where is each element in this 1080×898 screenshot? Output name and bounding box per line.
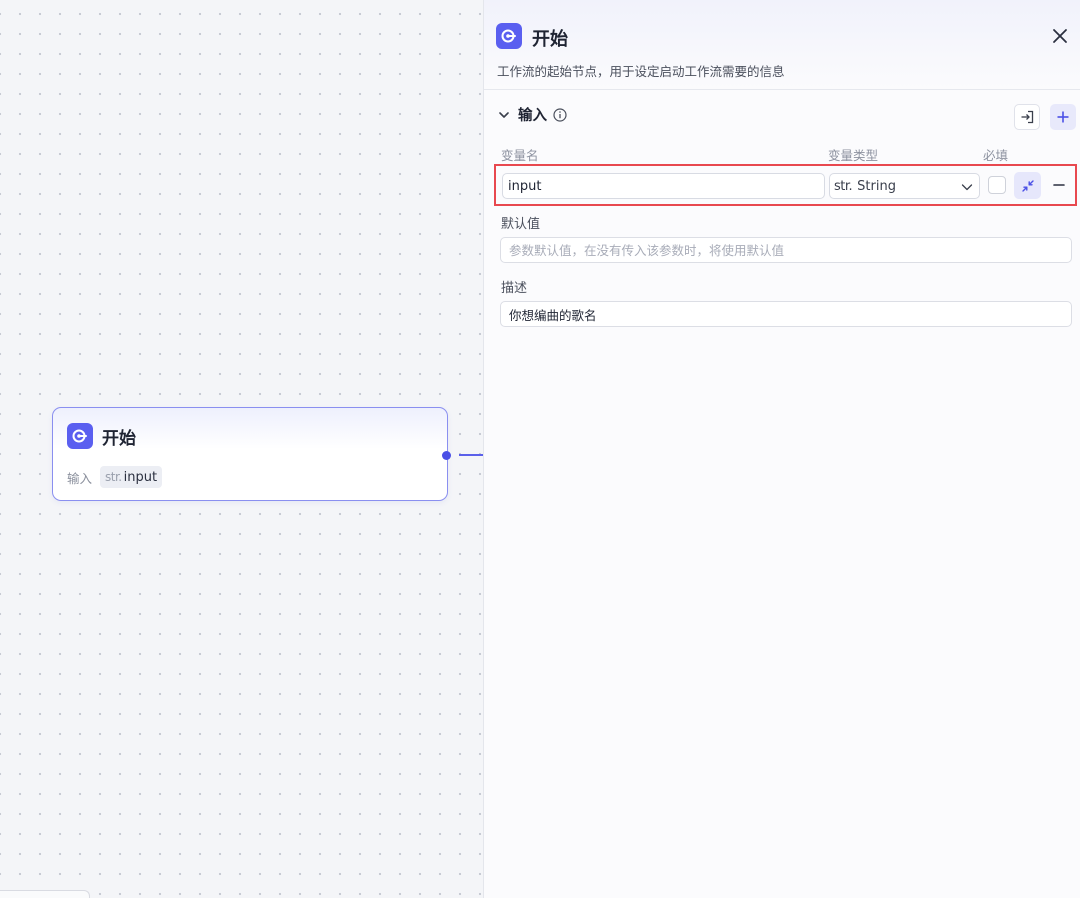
close-button[interactable] bbox=[1048, 24, 1072, 48]
start-logo-icon bbox=[496, 23, 522, 49]
required-checkbox[interactable] bbox=[988, 176, 1006, 194]
add-variable-button[interactable] bbox=[1050, 104, 1076, 130]
input-section-toggle[interactable]: 输入 bbox=[498, 104, 567, 125]
variable-type-select[interactable]: str. String bbox=[829, 173, 980, 199]
start-node[interactable]: 开始 输入 str. input bbox=[52, 407, 448, 501]
start-node-inputs: 输入 str. input bbox=[67, 466, 163, 488]
start-node-title: 开始 bbox=[102, 428, 136, 449]
description-input[interactable] bbox=[500, 301, 1072, 327]
default-value-label: 默认值 bbox=[501, 217, 541, 232]
column-header-type: 变量类型 bbox=[828, 148, 879, 163]
info-icon[interactable] bbox=[553, 107, 567, 122]
input-section-title: 输入 bbox=[518, 108, 547, 124]
description-label: 描述 bbox=[501, 281, 528, 296]
start-node-variable-chip: str. input bbox=[100, 466, 163, 488]
workflow-canvas[interactable]: 开始 输入 str. input bbox=[0, 0, 484, 898]
panel-title: 开始 bbox=[532, 29, 568, 50]
canvas-control-strip bbox=[0, 890, 90, 898]
minus-icon bbox=[1053, 184, 1065, 186]
connection-edge bbox=[459, 454, 483, 456]
collapse-icon bbox=[1021, 179, 1034, 192]
variable-name-input[interactable] bbox=[502, 173, 825, 199]
type-prefix: str. bbox=[834, 178, 853, 194]
start-node-output-port[interactable] bbox=[442, 451, 451, 460]
close-icon bbox=[1053, 29, 1067, 43]
type-value: String bbox=[857, 178, 896, 194]
chevron-down-icon bbox=[499, 111, 509, 118]
start-node-input-label: 输入 bbox=[67, 470, 93, 486]
column-header-required: 必填 bbox=[983, 148, 1009, 163]
panel-header: 开始 工作流的起始节点，用于设定启动工作流需要的信息 bbox=[484, 0, 1080, 90]
column-header-name: 变量名 bbox=[501, 148, 539, 163]
chevron-down-icon bbox=[961, 181, 973, 193]
panel-description: 工作流的起始节点，用于设定启动工作流需要的信息 bbox=[497, 64, 785, 79]
node-config-panel: 开始 工作流的起始节点，用于设定启动工作流需要的信息 输入 变量名 变量类型 必… bbox=[483, 0, 1080, 898]
variable-type-prefix: str. bbox=[105, 470, 122, 484]
start-node-header: 开始 bbox=[67, 423, 136, 449]
import-icon bbox=[1021, 110, 1034, 124]
remove-variable-button[interactable] bbox=[1049, 175, 1069, 195]
default-value-input[interactable] bbox=[500, 237, 1072, 263]
variable-row: str. String bbox=[494, 164, 1077, 206]
variable-name: input bbox=[123, 469, 158, 485]
start-logo-icon bbox=[67, 423, 93, 449]
collapse-button[interactable] bbox=[1014, 172, 1041, 199]
plus-icon bbox=[1057, 111, 1069, 123]
import-button[interactable] bbox=[1014, 104, 1040, 130]
